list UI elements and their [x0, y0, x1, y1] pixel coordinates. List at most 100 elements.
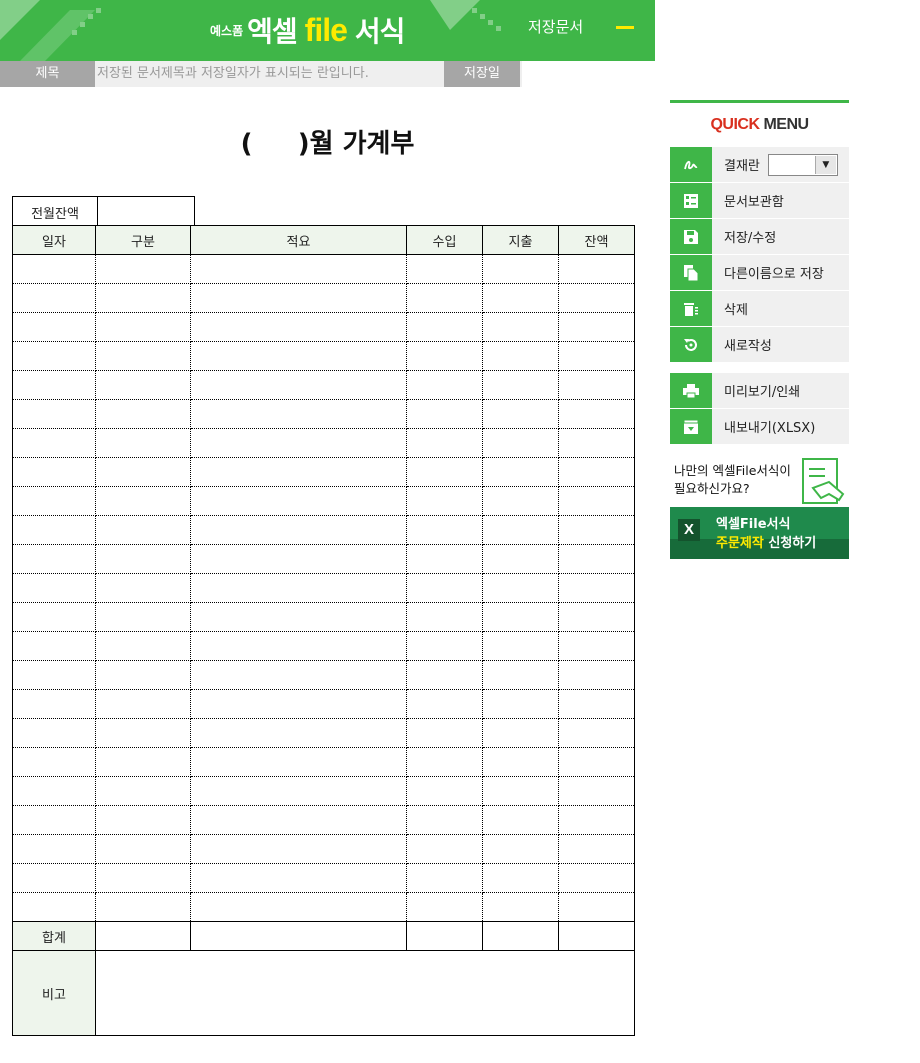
cell-category[interactable]: [95, 660, 191, 690]
cell-income[interactable]: [406, 515, 483, 545]
cell-balance[interactable]: [558, 631, 635, 661]
cell-description[interactable]: [190, 399, 407, 429]
cell-date[interactable]: [12, 834, 96, 864]
cell-date[interactable]: [12, 486, 96, 516]
cell-expense[interactable]: [482, 631, 559, 661]
cell-date[interactable]: [12, 805, 96, 835]
cell-expense[interactable]: [482, 544, 559, 574]
quick-menu-delete[interactable]: 삭제: [670, 291, 849, 326]
cell-description[interactable]: [190, 631, 407, 661]
cell-description[interactable]: [190, 602, 407, 632]
cell-category[interactable]: [95, 341, 191, 371]
cell-date[interactable]: [12, 283, 96, 313]
cell-expense[interactable]: [482, 515, 559, 545]
cell-description[interactable]: [190, 573, 407, 603]
saved-docs-link[interactable]: 저장문서: [528, 16, 583, 37]
cell-balance[interactable]: [558, 776, 635, 806]
cell-balance[interactable]: [558, 428, 635, 458]
cell-category[interactable]: [95, 254, 191, 284]
cell-date[interactable]: [12, 341, 96, 371]
cell-expense[interactable]: [482, 834, 559, 864]
cell-expense[interactable]: [482, 486, 559, 516]
cell-income[interactable]: [406, 805, 483, 835]
cell-date[interactable]: [12, 573, 96, 603]
cell-balance[interactable]: [558, 660, 635, 690]
chevron-down-icon[interactable]: ▼: [814, 155, 836, 174]
cell-description[interactable]: [190, 515, 407, 545]
cell-category[interactable]: [95, 486, 191, 516]
cell-date[interactable]: [12, 776, 96, 806]
cell-balance[interactable]: [558, 486, 635, 516]
cell-balance[interactable]: [558, 370, 635, 400]
cell-date[interactable]: [12, 747, 96, 777]
quick-menu-print[interactable]: 미리보기/인쇄: [670, 373, 849, 408]
cell-income[interactable]: [406, 631, 483, 661]
cell-balance[interactable]: [558, 341, 635, 371]
cell-expense[interactable]: [482, 747, 559, 777]
cell-balance[interactable]: [558, 863, 635, 893]
cell-income[interactable]: [406, 428, 483, 458]
cell-date[interactable]: [12, 689, 96, 719]
cell-balance[interactable]: [558, 544, 635, 574]
cell-balance[interactable]: [558, 602, 635, 632]
cell-balance[interactable]: [558, 892, 635, 922]
cell-description[interactable]: [190, 892, 407, 922]
cell-description[interactable]: [190, 312, 407, 342]
cell-category[interactable]: [95, 892, 191, 922]
cell-date[interactable]: [12, 718, 96, 748]
cell-income[interactable]: [406, 312, 483, 342]
cell-income[interactable]: [406, 399, 483, 429]
cell-description[interactable]: [190, 805, 407, 835]
cell-category[interactable]: [95, 428, 191, 458]
cell-date[interactable]: [12, 312, 96, 342]
cell-description[interactable]: [190, 747, 407, 777]
cell-income[interactable]: [406, 283, 483, 313]
cell-balance[interactable]: [558, 457, 635, 487]
quick-menu-new[interactable]: 새로작성: [670, 327, 849, 362]
cell-expense[interactable]: [482, 689, 559, 719]
cell-category[interactable]: [95, 515, 191, 545]
cell-category[interactable]: [95, 805, 191, 835]
cell-expense[interactable]: [482, 660, 559, 690]
cell-income[interactable]: [406, 457, 483, 487]
cell-balance[interactable]: [558, 312, 635, 342]
cell-category[interactable]: [95, 776, 191, 806]
cell-category[interactable]: [95, 457, 191, 487]
total-cell[interactable]: [482, 921, 559, 951]
cell-description[interactable]: [190, 254, 407, 284]
cell-category[interactable]: [95, 834, 191, 864]
total-cell[interactable]: [95, 921, 191, 951]
cell-income[interactable]: [406, 602, 483, 632]
cell-income[interactable]: [406, 834, 483, 864]
cell-category[interactable]: [95, 544, 191, 574]
cell-category[interactable]: [95, 283, 191, 313]
cell-income[interactable]: [406, 689, 483, 719]
cell-date[interactable]: [12, 515, 96, 545]
cell-expense[interactable]: [482, 254, 559, 284]
cell-date[interactable]: [12, 631, 96, 661]
custom-order-button[interactable]: X 엑셀File서식 주문제작 신청하기: [670, 507, 849, 559]
cell-expense[interactable]: [482, 805, 559, 835]
cell-date[interactable]: [12, 370, 96, 400]
cell-income[interactable]: [406, 254, 483, 284]
cell-balance[interactable]: [558, 254, 635, 284]
cell-expense[interactable]: [482, 399, 559, 429]
cell-income[interactable]: [406, 863, 483, 893]
cell-balance[interactable]: [558, 573, 635, 603]
cell-balance[interactable]: [558, 805, 635, 835]
cell-balance[interactable]: [558, 834, 635, 864]
cell-category[interactable]: [95, 631, 191, 661]
cell-income[interactable]: [406, 718, 483, 748]
cell-expense[interactable]: [482, 863, 559, 893]
cell-date[interactable]: [12, 399, 96, 429]
cell-income[interactable]: [406, 776, 483, 806]
cell-date[interactable]: [12, 428, 96, 458]
cell-balance[interactable]: [558, 747, 635, 777]
total-cell[interactable]: [190, 921, 407, 951]
quick-menu-doc-storage[interactable]: 문서보관함: [670, 183, 849, 218]
cell-balance[interactable]: [558, 689, 635, 719]
cell-income[interactable]: [406, 486, 483, 516]
cell-description[interactable]: [190, 776, 407, 806]
prev-balance-input[interactable]: [97, 196, 195, 228]
quick-menu-approval[interactable]: 결재란 ▼: [670, 147, 849, 182]
